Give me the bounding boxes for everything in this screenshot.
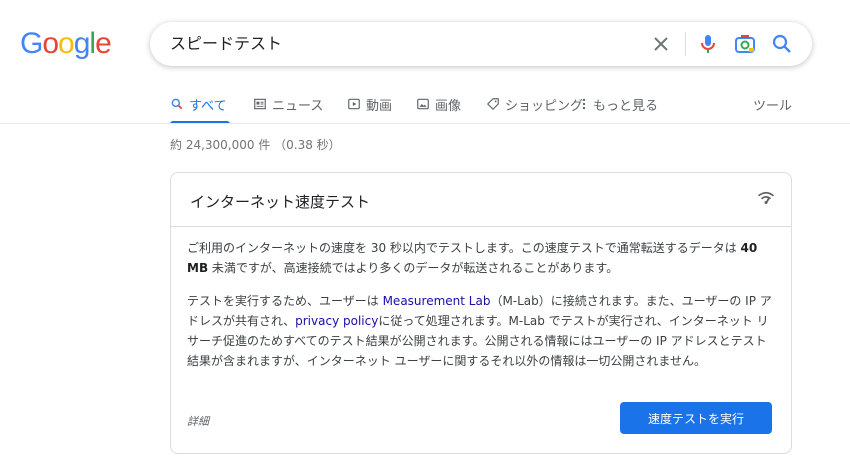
- tab-label: 動画: [366, 98, 393, 114]
- image-icon: [417, 98, 429, 110]
- news-icon: [254, 98, 266, 110]
- run-speed-test-button[interactable]: 速度テストを実行: [620, 402, 772, 434]
- tab-label: もっと見る: [593, 98, 659, 114]
- privacy-policy-link[interactable]: privacy policy: [295, 314, 378, 328]
- search-icon[interactable]: [770, 32, 794, 56]
- card-divider: [171, 226, 791, 227]
- logo-letter: o: [58, 27, 75, 60]
- privacy-text: テストを実行するため、ユーザーは: [187, 294, 383, 308]
- tag-icon: [487, 98, 499, 110]
- google-logo[interactable]: Google: [20, 26, 112, 62]
- search-input[interactable]: スピードテスト: [170, 22, 282, 66]
- tab-all[interactable]: すべて: [170, 86, 230, 124]
- tab-videos[interactable]: 動画: [347, 86, 392, 122]
- tools-button[interactable]: ツール: [753, 86, 792, 122]
- logo-letter: g: [73, 27, 91, 60]
- mic-icon[interactable]: [696, 32, 720, 56]
- more-icon: [582, 98, 586, 110]
- card-privacy-note: テストを実行するため、ユーザーは Measurement Lab（M-Lab）に…: [187, 291, 777, 371]
- tab-label: ニュース: [272, 98, 324, 114]
- tab-more[interactable]: もっと見る: [580, 86, 658, 122]
- header-divider: [0, 123, 850, 124]
- tab-news[interactable]: ニュース: [253, 86, 323, 122]
- desc-text: ご利用のインターネットの速度を 30 秒以内でテストします。この速度テストで通常…: [187, 241, 741, 255]
- card-title: インターネット速度テスト: [190, 193, 371, 211]
- tab-images[interactable]: 画像: [416, 86, 461, 122]
- tab-shopping[interactable]: ショッピング: [486, 86, 583, 122]
- tab-label: すべて: [189, 98, 227, 114]
- measurement-lab-link[interactable]: Measurement Lab: [383, 294, 491, 308]
- close-icon[interactable]: [649, 32, 673, 56]
- camera-icon[interactable]: [733, 32, 757, 56]
- logo-letter: G: [20, 27, 43, 60]
- speed-test-card: インターネット速度テスト ご利用のインターネットの速度を 30 秒以内でテストし…: [170, 172, 792, 454]
- desc-text: 未満ですが、高速接続ではより多くのデータが転送されることがあります。: [208, 261, 619, 275]
- search-divider: [685, 32, 686, 56]
- logo-letter: e: [95, 27, 112, 60]
- details-link[interactable]: 詳細: [187, 413, 209, 429]
- search-icon: [171, 98, 183, 110]
- tab-label: ショッピング: [505, 98, 584, 114]
- result-stats: 約 24,300,000 件 （0.38 秒）: [170, 138, 341, 152]
- logo-letter: o: [42, 27, 59, 60]
- wifi-icon: [757, 191, 775, 204]
- card-description: ご利用のインターネットの速度を 30 秒以内でテストします。この速度テストで通常…: [187, 238, 777, 278]
- tab-label: 画像: [435, 98, 462, 114]
- search-box[interactable]: スピードテスト: [150, 22, 812, 66]
- video-icon: [348, 98, 360, 110]
